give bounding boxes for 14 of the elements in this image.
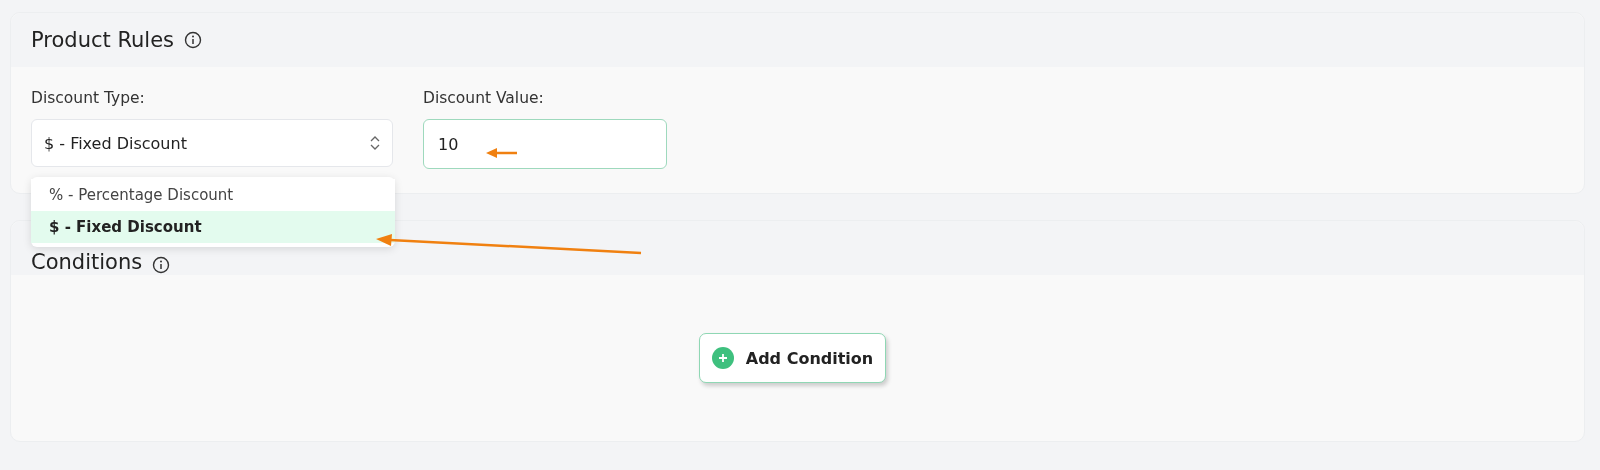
chevron-updown-icon	[370, 135, 380, 151]
dropdown-option[interactable]: $ - Fixed Discount	[31, 211, 395, 243]
info-icon	[184, 31, 203, 49]
dropdown-option[interactable]: % - Percentage Discount	[31, 179, 395, 211]
field-label: Discount Value:	[423, 89, 545, 107]
annotation-arrow	[486, 147, 518, 159]
plus-icon	[711, 347, 734, 369]
add-condition-button[interactable]: Add Condition	[698, 333, 887, 383]
discount-type-select[interactable]: $ - Fixed Discount	[31, 119, 393, 167]
info-icon	[152, 256, 171, 274]
section-title: Product Rules	[31, 28, 175, 52]
section-title: Conditions	[31, 250, 143, 274]
field-label: Discount Type:	[31, 89, 146, 107]
discount-value-input[interactable]: 10	[423, 119, 667, 169]
